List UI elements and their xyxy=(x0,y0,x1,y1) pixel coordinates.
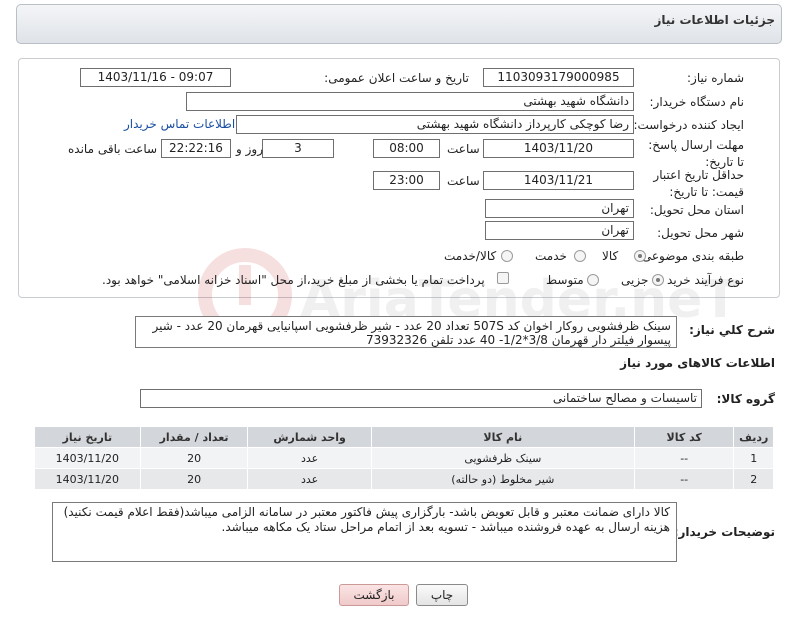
cell-name: سینک ظرفشویی xyxy=(370,447,635,469)
buyer-notes-box: کالا دارای ضمانت معتبر و قابل تعویض باشد… xyxy=(52,502,677,562)
cell-unit: عدد xyxy=(247,468,372,490)
general-description-label: شرح کلي نياز: xyxy=(689,323,775,337)
category-radio-goods[interactable] xyxy=(634,250,646,262)
page-title: جزئیات اطلاعات نیاز xyxy=(654,13,775,27)
back-button[interactable]: بازگشت xyxy=(339,584,409,606)
category-option-goods: کالا xyxy=(602,249,619,263)
contact-buyer-link[interactable]: اطلاعات تماس خریدار xyxy=(124,117,235,131)
process-radio-minor[interactable] xyxy=(652,274,664,286)
validity-date-field: 1403/11/21 xyxy=(483,171,634,190)
province-label: استان محل تحویل: xyxy=(649,203,744,217)
process-option-minor: جزیی xyxy=(621,273,649,287)
cell-code: -- xyxy=(633,468,735,490)
cell-name: شیر مخلوط (دو حالته) xyxy=(370,468,635,490)
table-header-row: ردیف کد کالا نام کالا واحد شمارش تعداد /… xyxy=(34,426,774,448)
deadline-label: مهلت ارسال پاسخ: تا تاریخ: xyxy=(648,138,744,169)
cell-code: -- xyxy=(633,447,735,469)
category-radio-goods-service[interactable] xyxy=(501,250,513,262)
col-header-code: کد کالا xyxy=(633,426,735,448)
col-header-qty: تعداد / مقدار xyxy=(139,426,249,448)
cell-qty: 20 xyxy=(139,468,249,490)
items-table: ردیف کد کالا نام کالا واحد شمارش تعداد /… xyxy=(34,426,774,490)
need-number-field: 1103093179000985 xyxy=(483,68,634,87)
deadline-time-label: ساعت xyxy=(447,142,480,156)
category-radio-service[interactable] xyxy=(574,250,586,262)
deadline-date-field: 1403/11/20 xyxy=(483,139,634,158)
items-info-heading: اطلاعات کالاهای مورد نیاز xyxy=(620,356,775,370)
treasury-payment-checkbox[interactable] xyxy=(497,272,509,284)
process-option-medium: متوسط xyxy=(546,273,584,287)
cell-qty: 20 xyxy=(139,447,249,469)
treasury-payment-note: پرداخت تمام یا بخشی از مبلغ خرید،از محل … xyxy=(102,273,485,287)
validity-time-field: 23:00 xyxy=(373,171,440,190)
city-field: تهران xyxy=(485,221,634,240)
announce-datetime-field: 1403/11/16 - 09:07 xyxy=(80,68,231,87)
category-label: طبقه بندی موضوعی: xyxy=(637,249,744,263)
requester-label: ایجاد کننده درخواست: xyxy=(633,118,744,132)
buyer-org-field: دانشگاه شهید بهشتی xyxy=(186,92,634,111)
col-header-unit: واحد شمارش xyxy=(247,426,372,448)
validity-time-label: ساعت xyxy=(447,174,480,188)
general-description-box: سینک ظرفشویی روکار اخوان کد 507S تعداد 2… xyxy=(135,316,677,348)
day-and-label: روز و xyxy=(236,142,263,156)
hours-remaining-label: ساعت باقی مانده xyxy=(68,142,158,156)
col-header-date: تاریخ نیاز xyxy=(34,426,141,448)
goods-group-label: گروه کالا: xyxy=(716,392,775,406)
col-header-name: نام کالا xyxy=(370,426,635,448)
remaining-days-field: 3 xyxy=(262,139,334,158)
remaining-time-field: 22:22:16 xyxy=(161,139,231,158)
buyer-notes-label: توضیحات خریدار: xyxy=(673,525,775,539)
process-radio-medium[interactable] xyxy=(587,274,599,286)
price-validity-label: حداقل تاریخ اعتبار قیمت: تا تاریخ: xyxy=(653,168,744,199)
process-type-label: نوع فرآیند خرید : xyxy=(659,273,744,287)
table-row: 1 -- سینک ظرفشویی عدد 20 1403/11/20 xyxy=(34,447,774,469)
table-row: 2 -- شیر مخلوط (دو حالته) عدد 20 1403/11… xyxy=(34,468,774,490)
province-field: تهران xyxy=(485,199,634,218)
cell-row-num: 1 xyxy=(733,447,774,469)
deadline-time-field: 08:00 xyxy=(373,139,440,158)
category-option-goods-service: کالا/خدمت xyxy=(444,249,497,263)
col-header-row-num: ردیف xyxy=(733,426,774,448)
announce-datetime-label: تاریخ و ساعت اعلان عمومی: xyxy=(324,71,469,85)
buyer-org-label: نام دستگاه خریدار: xyxy=(649,95,745,109)
category-option-service: خدمت xyxy=(535,249,567,263)
print-button[interactable]: چاپ xyxy=(416,584,468,606)
cell-unit: عدد xyxy=(247,447,372,469)
city-label: شهر محل تحویل: xyxy=(657,226,744,240)
cell-row-num: 2 xyxy=(733,468,774,490)
requester-field: رضا کوچکی کارپرداز دانشگاه شهید بهشتی xyxy=(236,115,634,134)
goods-group-field: تاسیسات و مصالح ساختمانی xyxy=(140,389,702,408)
need-number-label: شماره نیاز: xyxy=(687,71,744,85)
cell-date: 1403/11/20 xyxy=(34,468,141,490)
cell-date: 1403/11/20 xyxy=(34,447,141,469)
